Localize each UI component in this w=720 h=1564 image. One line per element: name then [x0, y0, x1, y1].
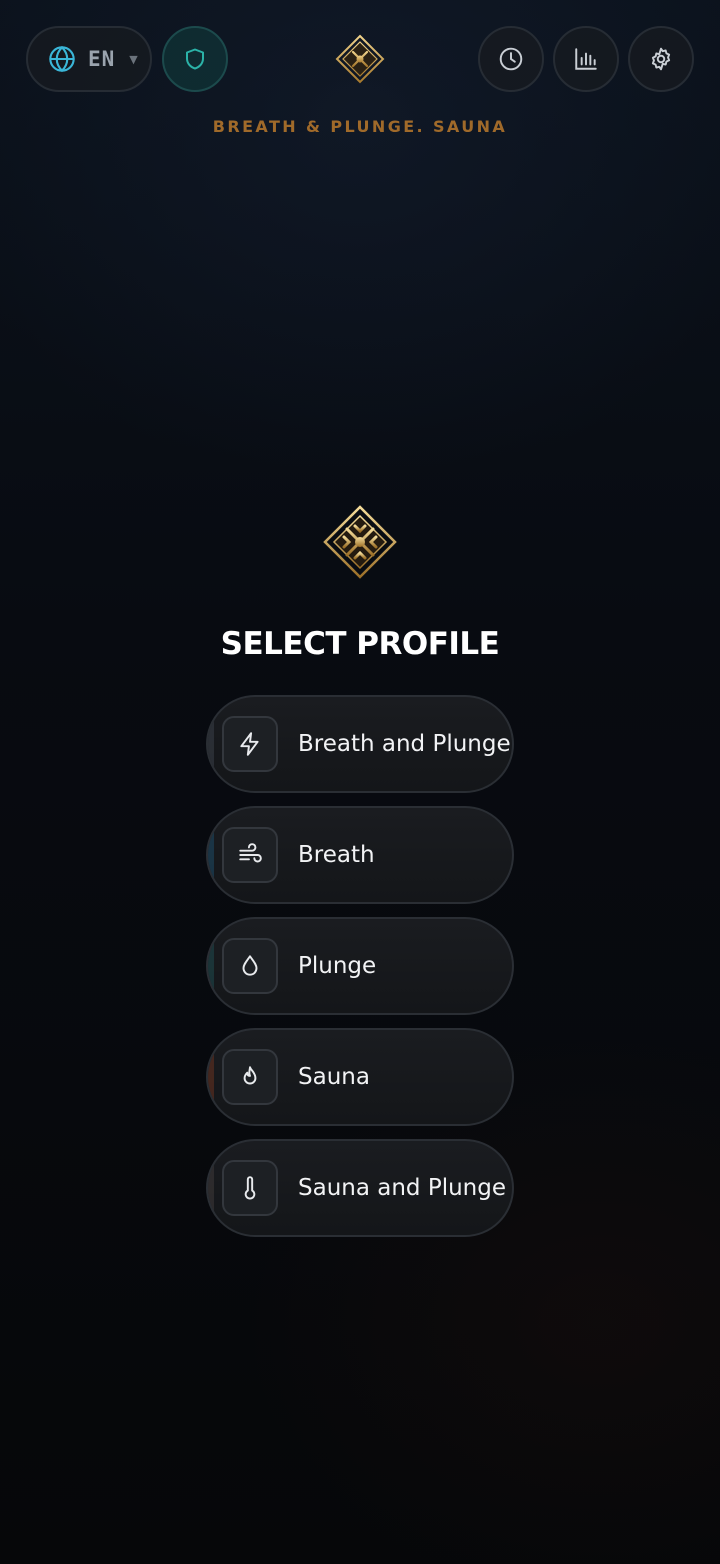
thermometer-icon	[222, 1160, 278, 1216]
language-selector[interactable]: EN ▼	[26, 26, 152, 92]
profile-breath[interactable]: Breath	[206, 806, 514, 904]
app-tagline: BREATH & PLUNGE. SAUNA	[212, 117, 508, 136]
profile-label: Breath and Plunge	[298, 731, 511, 757]
wind-icon	[222, 827, 278, 883]
center-logo	[322, 504, 398, 580]
droplet-icon	[222, 938, 278, 994]
page-title: SELECT PROFILE	[220, 626, 500, 662]
stats-button[interactable]	[553, 26, 619, 92]
profile-label: Breath	[298, 842, 375, 868]
profile-label: Sauna	[298, 1064, 370, 1090]
shield-icon	[183, 47, 207, 71]
profile-label: Plunge	[298, 953, 377, 979]
flame-icon	[222, 1049, 278, 1105]
bar-chart-icon	[573, 46, 599, 72]
clock-icon	[498, 46, 524, 72]
language-code: EN	[88, 47, 116, 71]
app-logo	[334, 34, 386, 84]
settings-button[interactable]	[628, 26, 694, 92]
profile-sauna[interactable]: Sauna	[206, 1028, 514, 1126]
profile-plunge[interactable]: Plunge	[206, 917, 514, 1015]
profile-sauna-and-plunge[interactable]: Sauna and Plunge	[206, 1139, 514, 1237]
gear-icon	[648, 46, 674, 72]
profile-breath-and-plunge[interactable]: Breath and Plunge	[206, 695, 514, 793]
profile-list: Breath and Plunge Breath Plunge Sauna Sa…	[206, 695, 514, 1250]
chevron-down-icon: ▼	[129, 52, 138, 66]
profile-label: Sauna and Plunge	[298, 1175, 506, 1201]
shield-button[interactable]	[162, 26, 228, 92]
lightning-icon	[222, 716, 278, 772]
globe-icon	[48, 45, 76, 73]
history-button[interactable]	[478, 26, 544, 92]
